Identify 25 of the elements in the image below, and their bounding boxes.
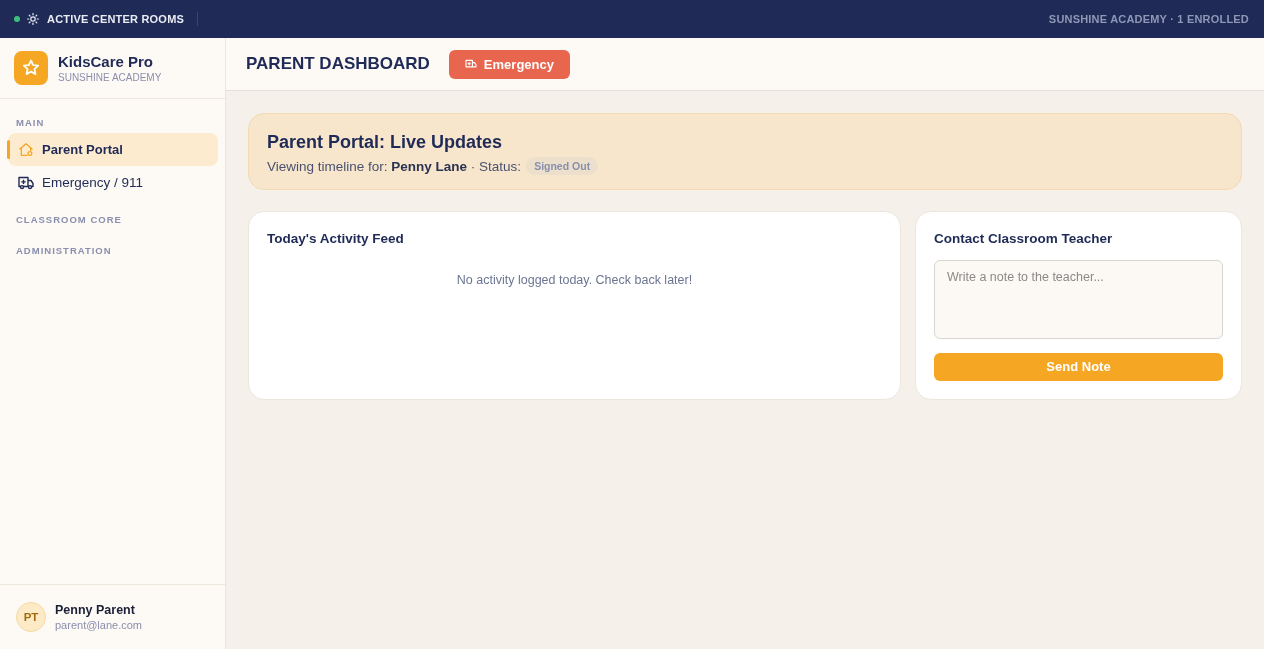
- status-badge: Signed Out: [526, 157, 599, 175]
- card-title: Contact Classroom Teacher: [934, 230, 1114, 247]
- nav-section-title: MAIN: [16, 117, 45, 129]
- ambulance-icon: [464, 59, 477, 69]
- user-name: Penny Parent: [55, 602, 136, 618]
- nav-item[interactable]: Emergency / 911: [8, 166, 218, 199]
- empty-feed-message: No activity logged today. Check back later!: [455, 273, 694, 287]
- card-title: Today's Activity Feed: [267, 230, 405, 247]
- timeline-info: Viewing timeline for: Penny Lane · Status:: [267, 158, 522, 174]
- note-input-field[interactable]: Write a note to the teacher...: [934, 260, 1223, 339]
- user-avatar: PT: [16, 602, 46, 632]
- nav-section-title: ADMINISTRATION: [16, 245, 112, 257]
- nav-item[interactable]: Parent Portal: [8, 133, 218, 166]
- star-logo-icon: [14, 51, 48, 85]
- ambulance-icon: [18, 175, 34, 190]
- nav-section-title: CLASSROOM CORE: [16, 214, 122, 226]
- sun-icon: [27, 13, 39, 25]
- banner-title: Parent Portal: Live Updates: [267, 131, 504, 153]
- school-name: SUNSHINE ACADEMY: [58, 70, 162, 84]
- user-email: parent@lane.com: [55, 617, 142, 632]
- app-name: KidsCare Pro: [58, 52, 155, 71]
- page-title: PARENT DASHBOARD: [246, 54, 430, 74]
- house-icon: [18, 142, 34, 157]
- school-summary: SUNSHINE ACADEMY · 1 ENROLLED: [1048, 13, 1249, 25]
- active-rooms-label: ACTIVE CENTER ROOMS: [47, 13, 185, 25]
